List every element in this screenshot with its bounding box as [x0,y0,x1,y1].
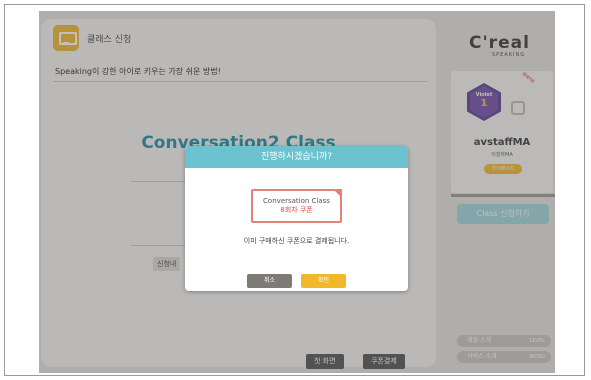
dialog-message: 이미 구매하신 쿠폰으로 결제됩니다. [243,237,350,245]
cancel-button[interactable]: 취소 [247,274,292,288]
coupon-class-name: Conversation Class [263,197,330,205]
confirm-dialog: 진행하시겠습니까? Conversation Class 8회차 쿠폰 이미 구… [185,146,408,291]
coupon-session-count: 8회차 쿠폰 [280,206,313,214]
app-viewport: 클래스 신청 Speaking이 강한 아이로 키우는 가장 쉬운 방법! Co… [39,11,555,373]
app-background: 클래스 신청 Speaking이 강한 아이로 키우는 가장 쉬운 방법! Co… [39,11,555,373]
dialog-title: 진행하시겠습니까? [185,146,408,168]
coupon-ticket: Conversation Class 8회차 쿠폰 [251,189,342,223]
confirm-button[interactable]: 확인 [301,274,346,288]
